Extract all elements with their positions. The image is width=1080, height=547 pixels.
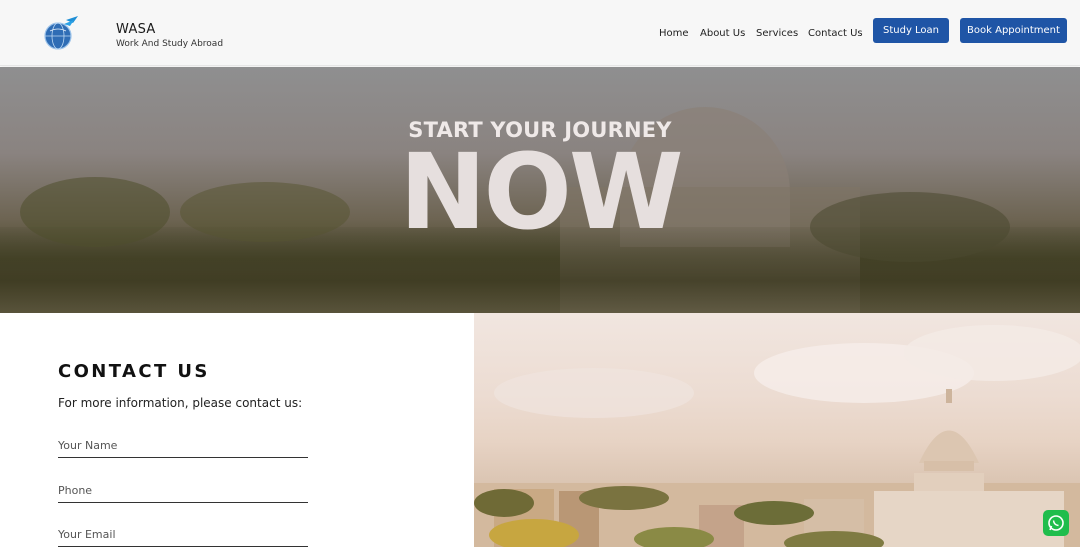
nav-about-us[interactable]: About Us xyxy=(700,28,745,39)
email-field[interactable] xyxy=(58,523,308,547)
brand-subtitle: Work And Study Abroad xyxy=(116,39,224,49)
globe-plane-icon[interactable] xyxy=(40,14,80,52)
phone-field[interactable] xyxy=(58,479,308,503)
contact-subtitle: For more information, please contact us: xyxy=(58,396,303,410)
name-field[interactable] xyxy=(58,434,308,458)
whatsapp-icon xyxy=(1048,515,1064,531)
nav-services[interactable]: Services xyxy=(756,28,798,39)
hero-banner: START YOUR JOURNEY NOW xyxy=(0,67,1080,313)
book-appointment-button[interactable]: Book Appointment xyxy=(960,18,1067,43)
study-loan-button[interactable]: Study Loan xyxy=(873,18,949,43)
nav-home[interactable]: Home xyxy=(659,28,689,39)
nav-contact-us[interactable]: Contact Us xyxy=(808,28,863,39)
whatsapp-button[interactable] xyxy=(1043,510,1069,536)
brand-title: WASA xyxy=(116,22,156,37)
skyline-illustration xyxy=(474,325,1080,547)
hero-title: NOW xyxy=(399,131,683,253)
contact-title: CONTACT US xyxy=(58,361,210,382)
site-header: WASA Work And Study Abroad Home About Us… xyxy=(0,0,1080,66)
rome-skyline-image xyxy=(474,313,1080,547)
